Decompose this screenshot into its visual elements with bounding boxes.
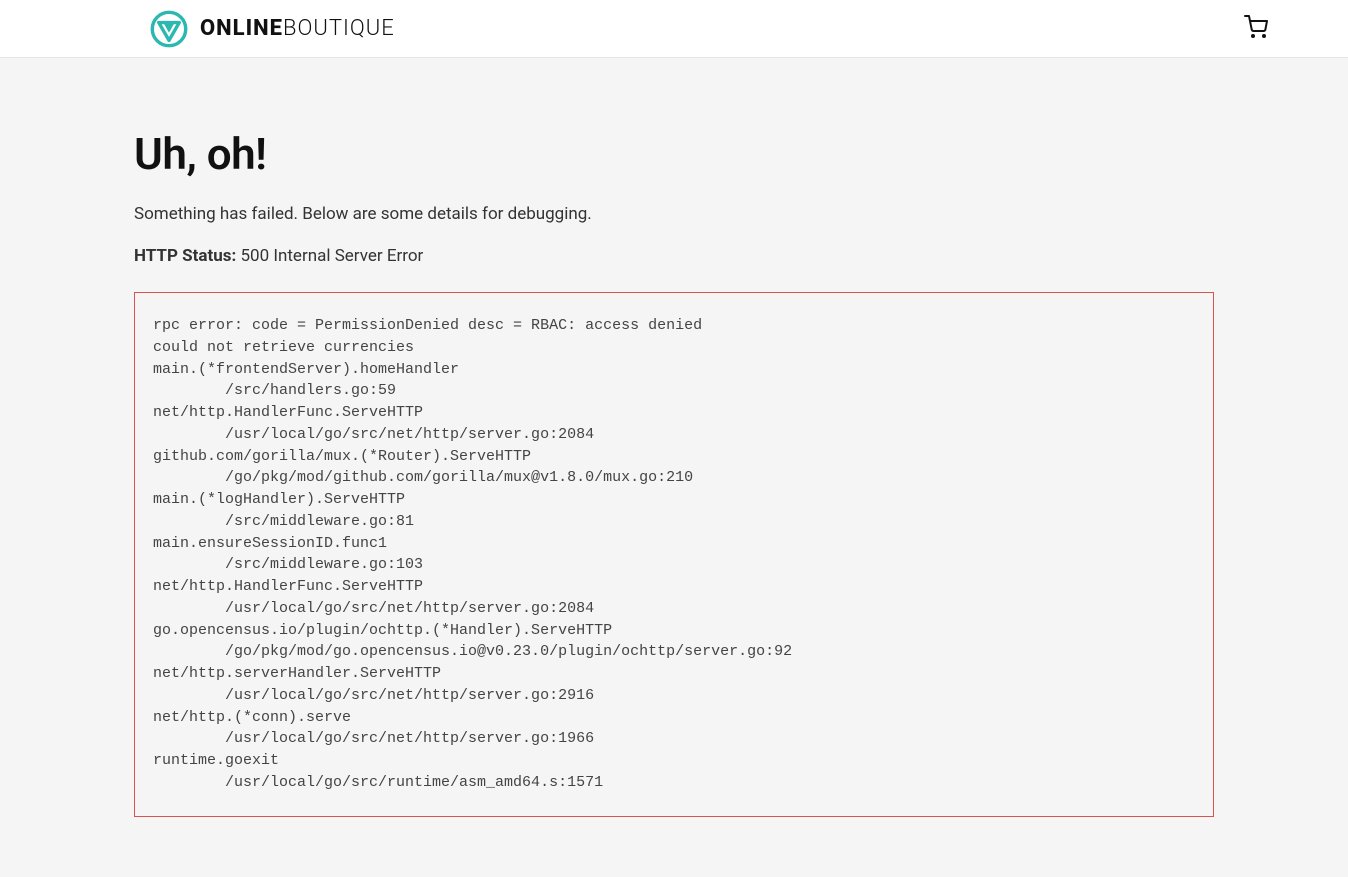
http-status-value: 500 Internal Server Error bbox=[240, 246, 423, 266]
brand-text: ONLINEBOUTIQUE bbox=[200, 16, 395, 41]
brand-link[interactable]: ONLINEBOUTIQUE bbox=[150, 10, 395, 48]
main-content: Uh, oh! Something has failed. Below are … bbox=[0, 58, 1348, 877]
navbar: ONLINEBOUTIQUE bbox=[0, 0, 1348, 58]
cart-link[interactable] bbox=[1244, 15, 1268, 43]
stack-trace: rpc error: code = PermissionDenied desc … bbox=[134, 292, 1214, 817]
http-status-label: HTTP Status: bbox=[134, 246, 236, 266]
brand-logo-icon bbox=[150, 10, 188, 48]
error-subtitle: Something has failed. Below are some det… bbox=[134, 204, 1214, 224]
http-status: HTTP Status: 500 Internal Server Error bbox=[134, 246, 1214, 266]
cart-icon bbox=[1244, 15, 1268, 43]
error-title: Uh, oh! bbox=[134, 128, 1214, 180]
